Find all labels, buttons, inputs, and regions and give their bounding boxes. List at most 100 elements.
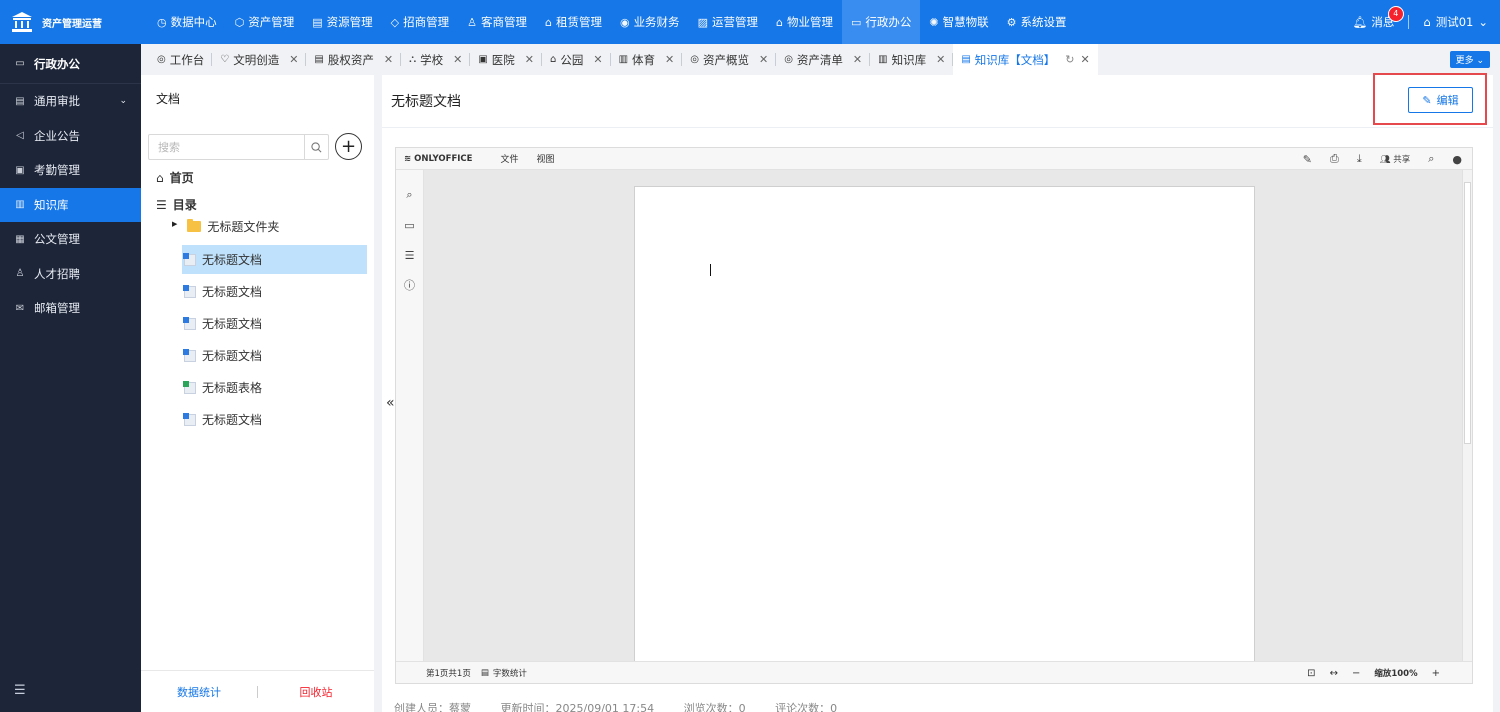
- tree-file-item[interactable]: 无标题文档: [182, 277, 367, 306]
- chat-icon[interactable]: ●: [1452, 153, 1462, 166]
- close-icon[interactable]: ✕: [853, 53, 862, 66]
- vertical-scrollbar[interactable]: [1462, 170, 1472, 663]
- sidebar-item-official-docs[interactable]: ▦ 公文管理: [0, 222, 141, 257]
- brand[interactable]: 资产管理运营: [0, 0, 140, 44]
- close-icon[interactable]: ✕: [593, 53, 602, 66]
- zoom-level: 缩放100%: [1374, 669, 1418, 679]
- chevron-down-icon: ⌄: [1478, 15, 1488, 29]
- share-button[interactable]: 👥︎ 共享: [1380, 153, 1411, 165]
- topnav-item-operation[interactable]: ▨ 运营管理: [689, 0, 767, 44]
- tab-label: 工作台: [169, 52, 205, 67]
- topnav-item-resource[interactable]: ▤ 资源管理: [303, 0, 381, 44]
- tree-file-item[interactable]: 无标题文档: [182, 309, 367, 338]
- tree-directory[interactable]: ☰ 目录: [156, 196, 197, 213]
- menu-view[interactable]: 视图: [536, 152, 554, 165]
- tab-equity-assets[interactable]: ▤ 股权资产 ✕: [306, 44, 401, 75]
- search-icon[interactable]: ⌕: [1428, 152, 1434, 166]
- share-label: 共享: [1393, 155, 1411, 165]
- tree-file-item[interactable]: 无标题文档: [182, 405, 367, 434]
- navigation-icon[interactable]: ☰: [396, 240, 423, 270]
- word-count-button[interactable]: ▤ 字数统计: [481, 667, 527, 679]
- search-input[interactable]: [149, 135, 304, 159]
- data-stats-link[interactable]: 数据统计: [141, 684, 257, 700]
- sidebar-item-mailbox[interactable]: ✉ 邮箱管理: [0, 291, 141, 326]
- tab-workbench[interactable]: ◎ 工作台: [149, 44, 213, 75]
- topnav-item-iot[interactable]: ✺ 智慧物联: [920, 0, 997, 44]
- tree-file-item[interactable]: 无标题文档: [182, 341, 367, 370]
- more-tabs-button[interactable]: 更多 ⌄: [1449, 51, 1490, 68]
- document-page[interactable]: [634, 186, 1255, 666]
- zoom-in-icon[interactable]: +: [1432, 668, 1440, 679]
- user-menu[interactable]: ⌂ 测试01 ⌄: [1423, 14, 1488, 30]
- editor-logo: ≋ ONLYOFFICE: [404, 154, 472, 164]
- sidebar-item-general-approval[interactable]: ▤ 通用审批 ⌄: [0, 84, 141, 119]
- tree-folder[interactable]: ▶ 无标题文件夹: [172, 218, 279, 235]
- tree-home-label: 首页: [169, 171, 194, 185]
- sidebar-item-attendance[interactable]: ▣ 考勤管理: [0, 153, 141, 188]
- tab-park[interactable]: ⌂ 公园 ✕: [542, 44, 611, 75]
- sidebar-item-knowledge-base[interactable]: ▥ 知识库: [0, 187, 141, 222]
- sidebar-item-announcement[interactable]: ◁ 企业公告: [0, 119, 141, 154]
- close-icon[interactable]: ✕: [453, 53, 462, 66]
- comment-icon[interactable]: ▭: [396, 210, 423, 240]
- fit-page-icon[interactable]: ⊡: [1307, 668, 1315, 679]
- tab-sports[interactable]: ▥ 体育 ✕: [611, 44, 683, 75]
- close-icon[interactable]: ✕: [759, 53, 768, 66]
- close-icon[interactable]: ✕: [384, 53, 393, 66]
- recycle-bin-link[interactable]: 回收站: [258, 684, 374, 700]
- tree-file-item[interactable]: 无标题文档: [182, 245, 367, 274]
- messages-button[interactable]: 🔔︎ 消息 4: [1353, 6, 1404, 30]
- dashboard-icon: ◎: [157, 54, 166, 65]
- expand-arrow-icon[interactable]: ▶: [172, 220, 177, 228]
- tab-knowledge-base[interactable]: ▥ 知识库 ✕: [870, 44, 954, 75]
- file-label: 无标题文档: [202, 285, 263, 299]
- topnav-item-property[interactable]: ⌂ 物业管理: [767, 0, 842, 44]
- sidebar-item-recruitment[interactable]: ♙ 人才招聘: [0, 257, 141, 292]
- search-icon[interactable]: ⌕: [396, 180, 423, 210]
- mail-icon: ✉: [15, 302, 25, 314]
- collapse-menu-icon[interactable]: ☰: [14, 683, 26, 698]
- close-icon[interactable]: ✕: [1080, 53, 1089, 66]
- book-icon: ▥: [878, 54, 888, 65]
- close-icon[interactable]: ✕: [936, 53, 945, 66]
- close-icon[interactable]: ✕: [525, 53, 534, 66]
- refresh-icon[interactable]: ↻: [1065, 53, 1074, 66]
- collapse-panel-icon[interactable]: «: [386, 395, 395, 411]
- file-label: 无标题文档: [202, 253, 263, 267]
- pencil-icon[interactable]: ✎: [1303, 153, 1312, 166]
- tree-home[interactable]: ⌂ 首页: [156, 169, 194, 186]
- tab-label: 体育: [632, 52, 656, 67]
- close-icon[interactable]: ✕: [665, 53, 674, 66]
- topnav-item-finance[interactable]: ◉ 业务财务: [611, 0, 689, 44]
- tab-asset-list[interactable]: ◎ 资产清单 ✕: [776, 44, 871, 75]
- topnav-item-settings[interactable]: ⚙ 系统设置: [998, 0, 1076, 44]
- scrollbar-thumb[interactable]: [1464, 182, 1471, 444]
- print-icon[interactable]: ⎙: [1330, 152, 1339, 166]
- tab-hospital[interactable]: ▣ 医院 ✕: [470, 44, 542, 75]
- download-icon[interactable]: ⤓: [1357, 152, 1362, 166]
- topnav-item-admin-office[interactable]: ▭ 行政办公: [841, 0, 921, 44]
- info-icon[interactable]: ⓘ: [396, 270, 423, 300]
- tab-knowledge-base-document[interactable]: ▤ 知识库【文档】 ↻ ✕: [953, 44, 1098, 75]
- topnav-item-merchant[interactable]: ♙ 客商管理: [458, 0, 536, 44]
- tree-file-item[interactable]: 无标题表格: [182, 373, 367, 402]
- topnav-item-investment[interactable]: ◇ 招商管理: [382, 0, 458, 44]
- document-file-icon: [183, 284, 196, 298]
- monitor-icon: ▭: [15, 58, 25, 69]
- zoom-out-icon[interactable]: −: [1352, 668, 1360, 679]
- topnav-item-asset[interactable]: ⬡ 资产管理: [226, 0, 304, 44]
- tab-asset-overview[interactable]: ◎ 资产概览 ✕: [682, 44, 777, 75]
- topnav-item-data-center[interactable]: ◷ 数据中心: [148, 0, 226, 44]
- topnav-label: 物业管理: [786, 15, 833, 29]
- plus-icon: +: [340, 135, 357, 157]
- search-button[interactable]: [304, 135, 328, 159]
- menu-file[interactable]: 文件: [500, 152, 518, 165]
- fit-width-icon[interactable]: ↔: [1330, 668, 1338, 679]
- tab-civilization[interactable]: ♡ 文明创造 ✕: [212, 44, 307, 75]
- tab-school[interactable]: ⛬ 学校 ✕: [401, 44, 471, 75]
- document-icon: ▤: [15, 95, 25, 107]
- topnav-item-lease[interactable]: ⌂ 租赁管理: [536, 0, 611, 44]
- close-icon[interactable]: ✕: [289, 53, 298, 66]
- add-button[interactable]: +: [335, 133, 362, 160]
- speaker-icon: ◁: [16, 130, 24, 142]
